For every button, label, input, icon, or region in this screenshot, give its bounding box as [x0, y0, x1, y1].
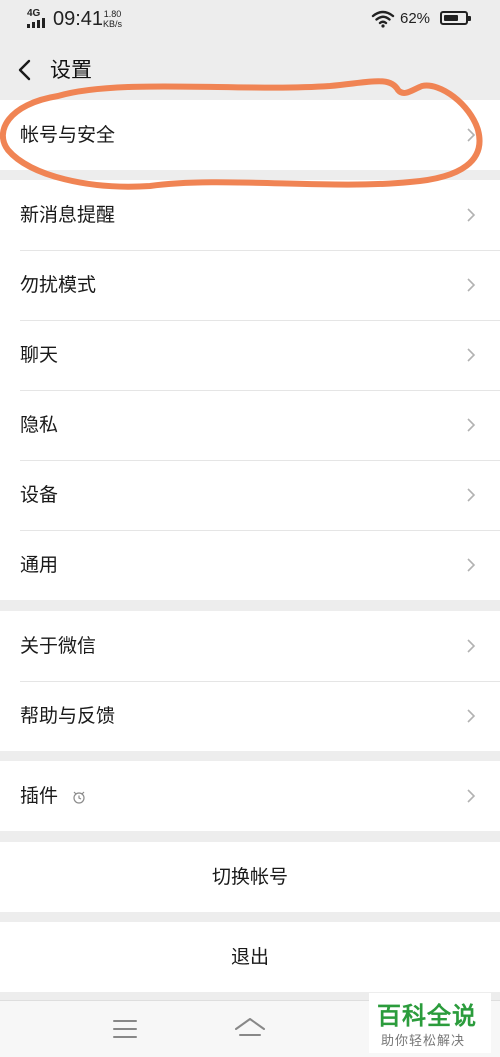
- settings-item-plugins[interactable]: 插件: [0, 761, 500, 831]
- chevron-right-icon: [467, 558, 476, 572]
- chevron-right-icon: [467, 278, 476, 292]
- logout-label: 退出: [230, 946, 269, 968]
- switch-account-group: 切换帐号: [0, 842, 500, 912]
- settings-item-label: 帮助与反馈: [20, 705, 116, 727]
- chevron-left-icon[interactable]: [14, 56, 38, 84]
- logout-group: 退出: [0, 922, 500, 992]
- settings-item-label: 帐号与安全: [20, 124, 116, 146]
- chevron-right-icon: [467, 488, 476, 502]
- settings-item-account-security[interactable]: 帐号与安全: [0, 100, 500, 170]
- network-speed: 1.80 KB/s: [103, 9, 122, 29]
- settings-item-chat[interactable]: 聊天: [0, 320, 500, 390]
- settings-item-help-feedback[interactable]: 帮助与反馈: [0, 681, 500, 751]
- settings-item-label: 隐私: [20, 414, 59, 436]
- settings-item-notifications[interactable]: 新消息提醒: [0, 180, 500, 250]
- settings-group-general: 新消息提醒 勿扰模式 聊天 隐私 设备 通用: [0, 180, 500, 600]
- settings-group-plugins: 插件: [0, 761, 500, 831]
- settings-item-label: 设备: [20, 484, 59, 506]
- battery-percent: 62%: [400, 10, 431, 27]
- chevron-right-icon: [467, 128, 476, 142]
- chevron-right-icon: [467, 789, 476, 803]
- watermark-logo: 百科全说 助你轻松解决: [369, 993, 491, 1053]
- settings-item-label: 勿扰模式: [20, 274, 97, 296]
- settings-group-about: 关于微信 帮助与反馈: [0, 611, 500, 751]
- battery-icon: [440, 11, 471, 25]
- header: 设置: [0, 40, 500, 100]
- settings-item-about[interactable]: 关于微信: [0, 611, 500, 681]
- menu-icon[interactable]: [112, 1018, 138, 1040]
- home-icon[interactable]: [232, 1015, 268, 1043]
- page-title: 设置: [50, 58, 92, 82]
- settings-item-general[interactable]: 通用: [0, 530, 500, 600]
- settings-item-do-not-disturb[interactable]: 勿扰模式: [0, 250, 500, 320]
- chevron-right-icon: [467, 208, 476, 222]
- status-bar: 4G 09:41 1.80 KB/s 62%: [0, 0, 500, 38]
- chevron-right-icon: [467, 348, 476, 362]
- settings-item-privacy[interactable]: 隐私: [0, 390, 500, 460]
- chevron-right-icon: [467, 418, 476, 432]
- signal-icon: [27, 18, 47, 28]
- chevron-right-icon: [467, 639, 476, 653]
- watermark-subtitle: 助你轻松解决: [381, 1034, 466, 1049]
- wifi-icon: [371, 10, 395, 28]
- logout-button[interactable]: 退出: [0, 922, 500, 992]
- settings-item-label: 聊天: [20, 344, 59, 366]
- settings-item-label: 关于微信: [20, 635, 97, 657]
- switch-account-label: 切换帐号: [211, 866, 288, 888]
- plugin-status-icon: [73, 791, 85, 804]
- clock: 09:41: [53, 8, 104, 30]
- network-speed-value: 1.80: [103, 9, 122, 19]
- settings-item-devices[interactable]: 设备: [0, 460, 500, 530]
- chevron-right-icon: [467, 709, 476, 723]
- settings-item-label: 新消息提醒: [20, 204, 116, 226]
- switch-account-button[interactable]: 切换帐号: [0, 842, 500, 912]
- network-speed-unit: KB/s: [103, 19, 123, 29]
- settings-item-label: 插件: [20, 785, 59, 807]
- settings-group-account: 帐号与安全: [0, 100, 500, 170]
- watermark-title: 百科全说: [377, 1002, 477, 1030]
- settings-item-label: 通用: [20, 554, 59, 576]
